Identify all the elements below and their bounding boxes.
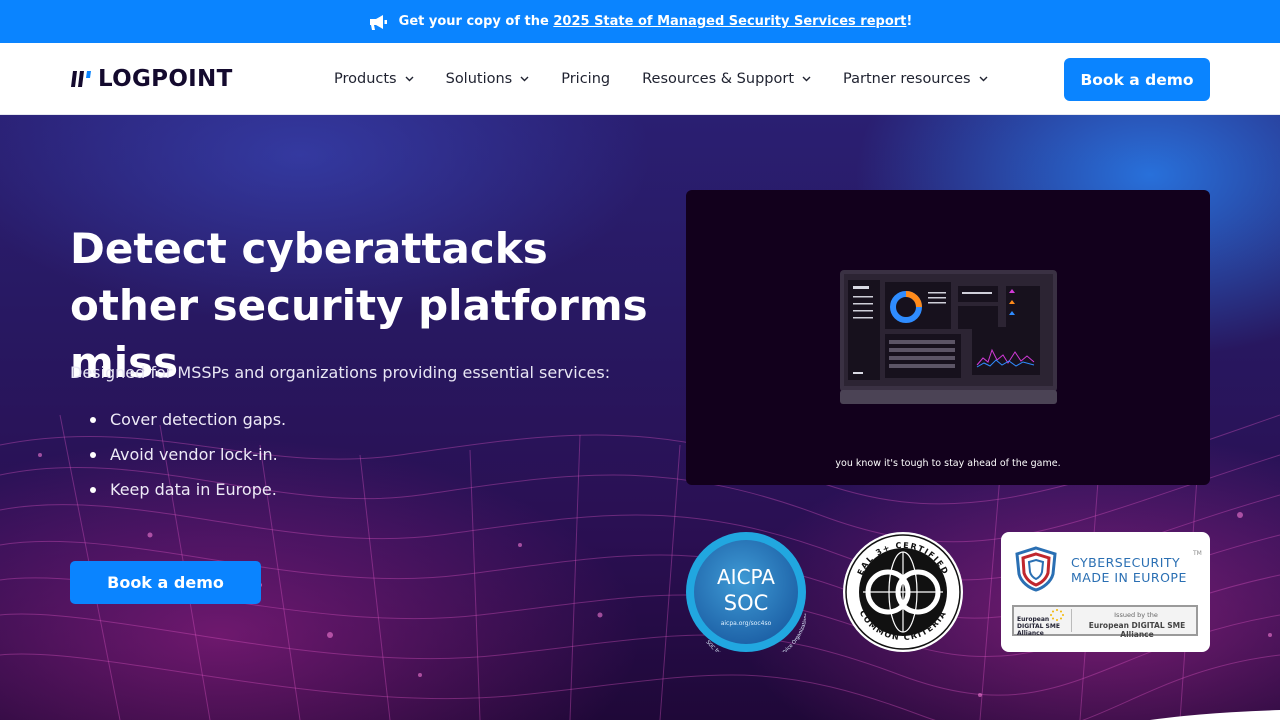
product-video-player[interactable]: you know it's tough to stay ahead of the… — [686, 190, 1210, 485]
eu-badge-line1: CYBERSECURITY — [1071, 555, 1181, 570]
megaphone-icon — [369, 14, 387, 30]
aicpa-soc-badge: AICPA SOC aicpa.org/soc4so SOC for Servi… — [686, 532, 806, 652]
logo-mark-icon — [71, 71, 91, 87]
nav-resources-label: Resources & Support — [642, 71, 795, 87]
aicpa-subtitle: SOC — [724, 591, 769, 615]
nav-solutions[interactable]: Solutions — [446, 71, 530, 87]
nav-solutions-label: Solutions — [445, 71, 513, 87]
aicpa-url: aicpa.org/soc4so — [721, 620, 772, 627]
shield-icon — [1015, 546, 1057, 592]
eu-badge-line2: MADE IN EUROPE — [1071, 570, 1187, 585]
nav-products-label: Products — [334, 71, 397, 87]
logo-text: LOGPOINT — [98, 66, 233, 92]
chevron-down-icon — [520, 76, 529, 82]
nav-products[interactable]: Products — [334, 71, 414, 87]
eu-badge-tm: TM — [1193, 550, 1202, 557]
hero-bullet-list: Cover detection gaps. Avoid vendor lock-… — [90, 408, 286, 513]
announcement-bar: Get your copy of the 2025 State of Manag… — [0, 0, 1280, 43]
eu-box-label: European DIGITAL SME Alliance — [1017, 616, 1060, 637]
hero-bullet: Cover detection gaps. — [90, 408, 286, 443]
hero-section: Detect cyberattacks other security platf… — [0, 115, 1280, 720]
eu-issuer-box: European DIGITAL SME Alliance Issued by … — [1012, 605, 1198, 639]
hero-bullet: Keep data in Europe. — [90, 478, 286, 513]
nav-pricing[interactable]: Pricing — [561, 71, 610, 87]
eu-box-issued: Issued by the — [1114, 611, 1158, 619]
logpoint-logo[interactable]: LOGPOINT — [70, 66, 233, 92]
announcement-report-link[interactable]: 2025 State of Managed Security Services … — [553, 14, 906, 29]
chevron-down-icon — [802, 76, 811, 82]
nav-pricing-label: Pricing — [561, 71, 611, 87]
announcement-prefix: Get your copy of the — [398, 14, 549, 29]
eu-box-alliance: European DIGITAL SME Alliance — [1088, 621, 1186, 639]
chevron-down-icon — [979, 76, 988, 82]
nav-resources-support[interactable]: Resources & Support — [642, 71, 811, 87]
nav-partner-resources[interactable]: Partner resources — [843, 71, 988, 87]
nav-partner-label: Partner resources — [843, 71, 971, 87]
chevron-down-icon — [405, 76, 414, 82]
hero-subtitle: Designed for MSSPs and organizations pro… — [70, 363, 611, 382]
common-criteria-badge: EAL 3+ CERTIFIED COMMON CRITERIA — [843, 532, 963, 652]
book-demo-hero-button[interactable]: Book a demo — [70, 561, 261, 604]
book-demo-header-button[interactable]: Book a demo — [1064, 58, 1210, 101]
cybersecurity-made-in-europe-badge: CYBERSECURITY MADE IN EUROPE TM European… — [1001, 532, 1210, 652]
dashboard-illustration — [840, 270, 1057, 404]
video-caption: you know it's tough to stay ahead of the… — [835, 458, 1061, 469]
hero-bullet: Avoid vendor lock-in. — [90, 443, 286, 478]
eu-badge-title: CYBERSECURITY MADE IN EUROPE — [1071, 555, 1187, 585]
site-header: LOGPOINT Products Solutions Pricing Reso… — [0, 43, 1280, 115]
eu-box-divider — [1071, 609, 1072, 632]
aicpa-title: AICPA — [717, 565, 775, 589]
announcement-suffix: ! — [906, 14, 913, 29]
main-nav: Products Solutions Pricing Resources & S… — [334, 43, 1020, 115]
